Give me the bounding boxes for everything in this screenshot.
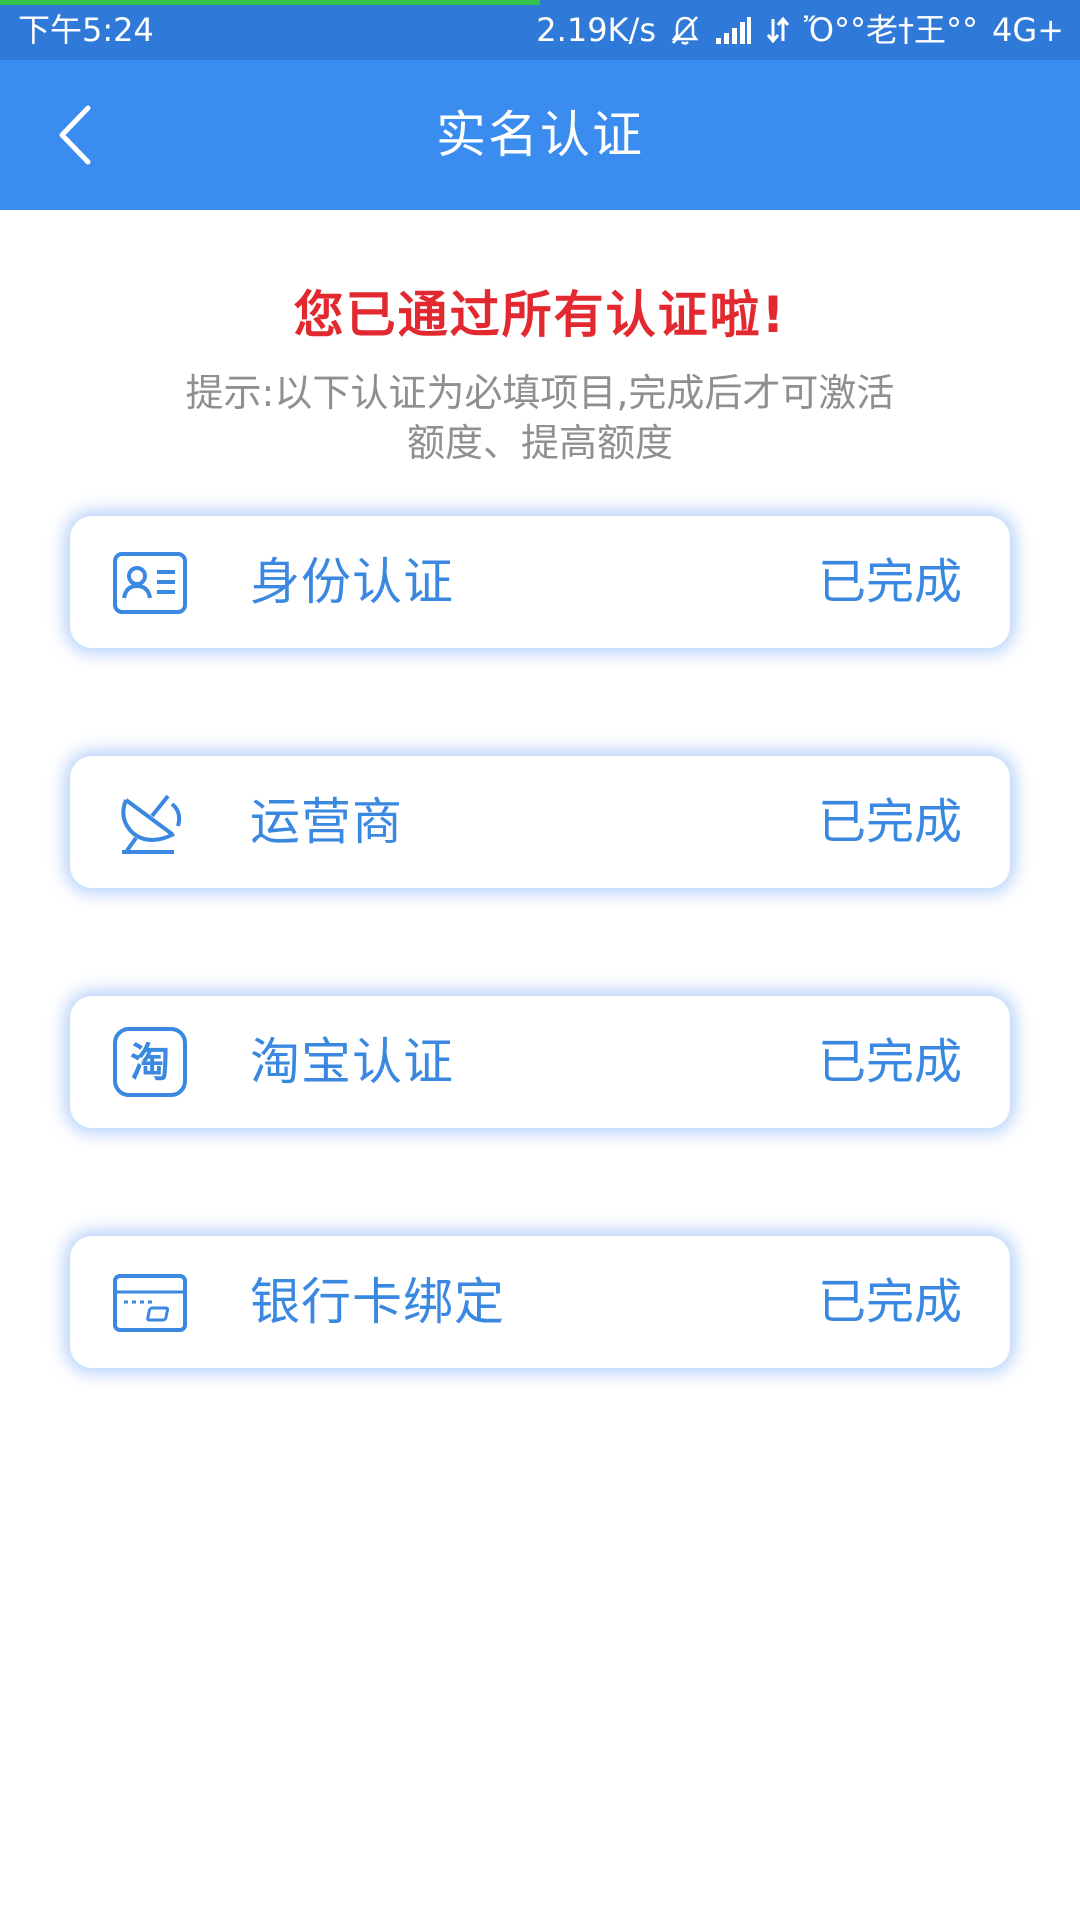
taobao-icon-text: 淘 [130, 1040, 170, 1086]
verification-item-status: 已完成 [817, 794, 962, 850]
data-arrows-icon [766, 15, 790, 45]
success-message: 您已通过所有认证啦! [293, 286, 787, 344]
page-title: 实名认证 [436, 106, 644, 164]
verification-item-label: 身份认证 [250, 553, 454, 611]
verification-item-label: 运营商 [250, 793, 403, 851]
status-bar: 下午5:24 2.19K/s Ὄ°°老†王°° 4G+ [0, 0, 1080, 60]
verification-item-label: 淘宝认证 [250, 1033, 454, 1091]
hint-line-2: 额度、提高额度 [406, 421, 673, 465]
bank-card-icon [112, 1270, 188, 1336]
real-name-verification-page: 下午5:24 2.19K/s Ὄ°°老†王°° 4G+ 实名认证 您已通过所有认… [0, 0, 1080, 1920]
verification-item-carrier[interactable]: 运营商 已完成 [70, 756, 1010, 888]
verification-item-status: 已完成 [817, 1274, 962, 1330]
network-type: 4G+ [992, 11, 1064, 49]
network-speed: 2.19K/s [536, 11, 656, 49]
verification-item-taobao[interactable]: 淘 淘宝认证 已完成 [70, 996, 1010, 1128]
id-card-icon [112, 550, 188, 616]
page-load-progress [0, 0, 540, 5]
bell-muted-icon [670, 14, 700, 46]
status-time: 下午5:24 [18, 11, 154, 49]
hint-line-1: 提示:以下认证为必填项目,完成后才可激活 [185, 371, 895, 415]
app-header: 实名认证 [0, 60, 1080, 210]
verification-item-status: 已完成 [817, 1034, 962, 1090]
verification-item-label: 银行卡绑定 [250, 1273, 505, 1331]
carrier-name: Ὄ°°老†王°° [803, 11, 979, 49]
verification-item-id[interactable]: 身份认证 已完成 [70, 516, 1010, 648]
satellite-dish-icon [112, 790, 188, 856]
taobao-icon: 淘 [112, 1027, 188, 1097]
verification-item-status: 已完成 [817, 554, 962, 610]
hint-text: 提示:以下认证为必填项目,完成后才可激活 额度、提高额度 [150, 368, 930, 468]
status-right-group: 2.19K/s Ὄ°°老†王°° 4G+ [536, 10, 1064, 50]
verification-item-bank-card[interactable]: 银行卡绑定 已完成 [70, 1236, 1010, 1368]
signal-icon [714, 16, 752, 44]
